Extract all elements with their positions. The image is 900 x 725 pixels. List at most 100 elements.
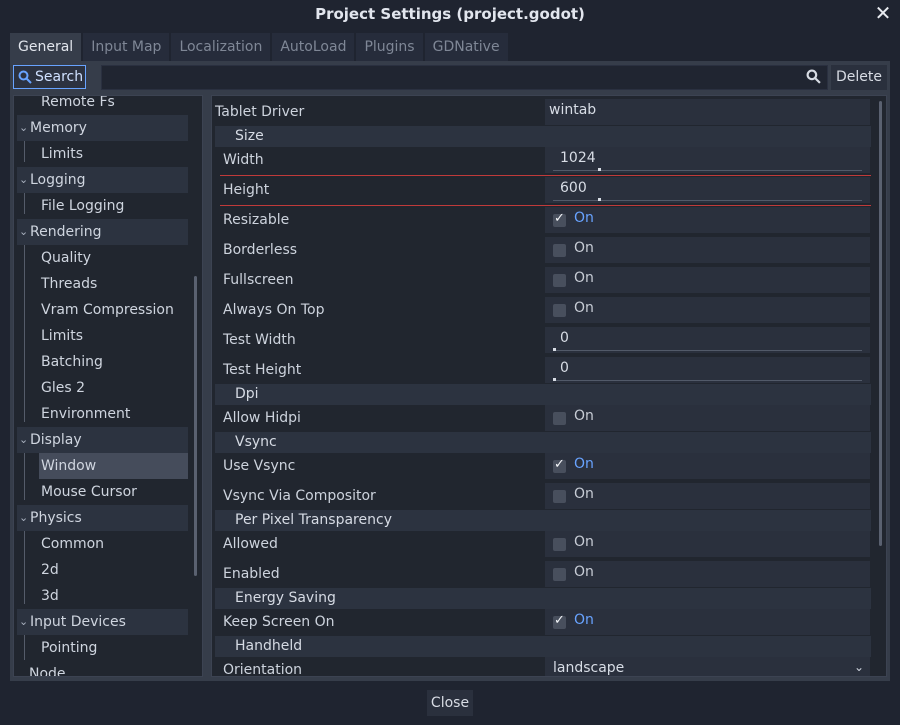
property-keep-screen-on: Keep Screen On On <box>212 607 871 637</box>
section-dpi[interactable]: Dpi <box>215 384 871 405</box>
vsync-via-compositor-checkbox[interactable]: On <box>545 483 870 509</box>
checkbox-icon[interactable] <box>553 244 566 257</box>
height-spinbox[interactable]: 600 <box>545 177 870 203</box>
sidebar-item-physics[interactable]: ⌄ Physics <box>17 505 188 531</box>
enabled-checkbox[interactable]: On <box>545 561 870 587</box>
property-tablet-driver: Tablet Driver wintab <box>212 97 871 127</box>
sidebar-item-label: 3d <box>41 588 59 604</box>
slider-grabber[interactable] <box>598 168 601 171</box>
sidebar-scrollbar[interactable] <box>194 276 197 576</box>
sidebar-item-node[interactable]: Node <box>29 661 66 676</box>
tab-localization[interactable]: Localization <box>171 33 271 61</box>
sidebar-item-mouse-cursor[interactable]: Mouse Cursor <box>41 479 137 505</box>
chevron-down-icon: ⌄ <box>19 225 29 238</box>
sidebar-item-threads[interactable]: Threads <box>41 271 97 297</box>
property-label: Test Height <box>223 362 302 378</box>
search-icon <box>18 70 32 84</box>
sidebar-item-3d[interactable]: 3d <box>41 583 59 609</box>
sidebar-item-label: Display <box>30 432 82 448</box>
property-label: Tablet Driver <box>215 104 305 120</box>
checkbox-icon[interactable] <box>553 274 566 287</box>
slider-grabber[interactable] <box>553 378 556 381</box>
sidebar-item-limits[interactable]: Limits <box>41 141 83 167</box>
checkbox-icon[interactable] <box>553 304 566 317</box>
value-slider[interactable] <box>553 198 862 201</box>
sidebar-item-label: Window <box>41 458 97 474</box>
checkbox-icon[interactable] <box>553 211 566 227</box>
always-on-top-checkbox[interactable]: On <box>545 297 870 323</box>
sidebar-item-remote-fs[interactable]: Remote Fs <box>41 96 115 115</box>
sidebar-item-gles-2[interactable]: Gles 2 <box>41 375 85 401</box>
tab-input-map[interactable]: Input Map <box>83 33 170 61</box>
close-button[interactable]: Close <box>427 690 473 716</box>
section-energy-saving[interactable]: Energy Saving <box>215 588 871 609</box>
sidebar-item-batching[interactable]: Batching <box>41 349 103 375</box>
section-vsync[interactable]: Vsync <box>215 432 871 453</box>
use-vsync-checkbox[interactable]: On <box>545 453 870 479</box>
tree-guide <box>24 448 25 500</box>
property-value: 0 <box>560 330 569 346</box>
test-width-spinbox[interactable]: 0 <box>545 327 870 353</box>
keep-screen-on-checkbox[interactable]: On <box>545 609 870 635</box>
checkbox-icon[interactable] <box>553 412 566 425</box>
property-allow-hidpi: Allow Hidpi On <box>212 403 871 433</box>
checkbox-icon[interactable] <box>553 568 566 581</box>
sidebar-item-vram-compression[interactable]: Vram Compression <box>41 297 174 323</box>
sidebar-item-2d[interactable]: 2d <box>41 557 59 583</box>
value-slider[interactable] <box>553 168 862 171</box>
filter-input[interactable] <box>101 65 828 90</box>
property-label: Use Vsync <box>223 458 296 474</box>
value-slider[interactable] <box>553 378 862 381</box>
section-label: Vsync <box>235 434 277 450</box>
section-size[interactable]: Size <box>215 126 871 147</box>
value-slider[interactable] <box>553 348 862 351</box>
sidebar-item-file-logging[interactable]: File Logging <box>41 193 124 219</box>
sidebar-item-window[interactable]: Window <box>39 453 188 479</box>
width-spinbox[interactable]: 1024 <box>545 147 870 173</box>
allowed-checkbox[interactable]: On <box>545 531 870 557</box>
tab-plugins[interactable]: Plugins <box>356 33 423 61</box>
fullscreen-checkbox[interactable]: On <box>545 267 870 293</box>
sidebar-item-input-devices[interactable]: ⌄ Input Devices <box>17 609 188 635</box>
sidebar-item-display[interactable]: ⌄ Display <box>17 427 188 453</box>
sidebar-item-pointing[interactable]: Pointing <box>41 635 97 661</box>
property-label: Test Width <box>223 332 296 348</box>
section-label: Size <box>235 128 264 144</box>
section-label: Energy Saving <box>235 590 336 606</box>
close-icon[interactable]: ✕ <box>874 2 892 24</box>
test-height-spinbox[interactable]: 0 <box>545 357 870 383</box>
on-label: On <box>574 564 594 580</box>
on-label: On <box>574 270 594 286</box>
allow-hidpi-checkbox[interactable]: On <box>545 405 870 431</box>
property-enabled: Enabled On <box>212 559 871 589</box>
sidebar-item-label: Input Devices <box>30 614 126 630</box>
property-label: Fullscreen <box>223 272 294 288</box>
orientation-dropdown[interactable]: landscape ⌄ <box>545 657 870 676</box>
checkbox-icon[interactable] <box>553 538 566 551</box>
tab-general[interactable]: General <box>10 33 82 61</box>
sidebar-item-limits[interactable]: Limits <box>41 323 83 349</box>
section-per-pixel-transparency[interactable]: Per Pixel Transparency <box>215 510 871 531</box>
sidebar-item-common[interactable]: Common <box>41 531 104 557</box>
tablet-driver-field[interactable]: wintab <box>545 99 870 125</box>
title-bar: Project Settings (project.godot) ✕ <box>0 0 900 28</box>
tab-autoload[interactable]: AutoLoad <box>272 33 355 61</box>
checkbox-icon[interactable] <box>553 613 566 629</box>
sidebar-item-environment[interactable]: Environment <box>41 401 130 427</box>
checkbox-icon[interactable] <box>553 457 566 473</box>
slider-grabber[interactable] <box>553 348 556 351</box>
resizable-checkbox[interactable]: On <box>545 207 870 233</box>
tab-gdnative[interactable]: GDNative <box>424 33 508 61</box>
search-button[interactable]: Search <box>13 65 86 89</box>
slider-grabber[interactable] <box>598 198 601 201</box>
sidebar-item-memory[interactable]: ⌄ Memory <box>17 115 188 141</box>
sidebar-item-quality[interactable]: Quality <box>41 245 91 271</box>
inspector-scrollbar[interactable] <box>879 101 882 546</box>
delete-button[interactable]: Delete <box>831 65 887 90</box>
chevron-down-icon: ⌄ <box>853 660 864 674</box>
sidebar-item-logging[interactable]: ⌄ Logging <box>17 167 188 193</box>
section-handheld[interactable]: Handheld <box>215 636 871 657</box>
borderless-checkbox[interactable]: On <box>545 237 870 263</box>
checkbox-icon[interactable] <box>553 490 566 503</box>
sidebar-item-rendering[interactable]: ⌄ Rendering <box>17 219 188 245</box>
